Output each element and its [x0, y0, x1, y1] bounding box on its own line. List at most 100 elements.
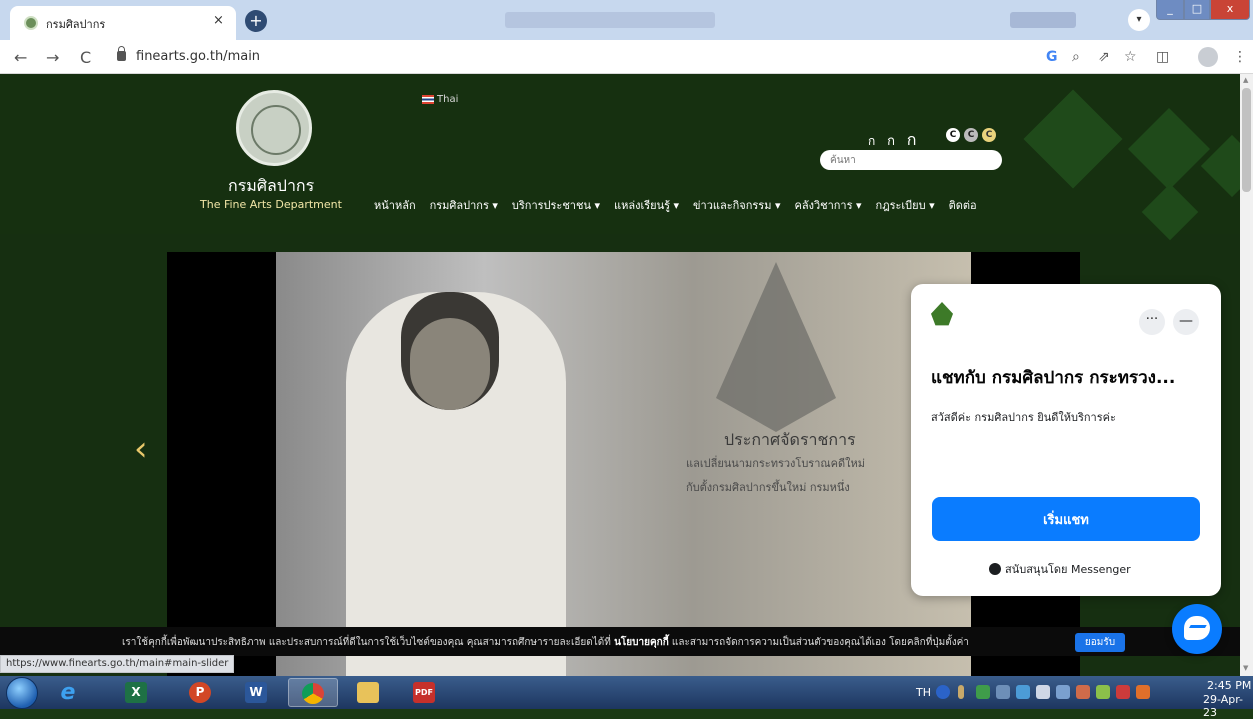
- bookmark-star-icon[interactable]: ☆: [1124, 49, 1137, 65]
- word-icon: W: [245, 682, 267, 703]
- forward-button[interactable]: →: [46, 48, 59, 67]
- tray-app-icon[interactable]: [1116, 685, 1130, 699]
- tray-app-icon[interactable]: [976, 685, 990, 699]
- tab-title: กรมศิลปากร: [46, 18, 106, 31]
- thai-flag-icon: [422, 94, 434, 104]
- window-maximize-button[interactable]: □: [1184, 0, 1210, 20]
- side-panel-icon[interactable]: ◫: [1156, 49, 1169, 65]
- page-scrollbar[interactable]: ▲ ▼: [1240, 74, 1253, 676]
- font-size-medium[interactable]: ก: [887, 134, 899, 149]
- site-search-input[interactable]: [820, 150, 1002, 170]
- contrast-normal-button[interactable]: C: [946, 128, 960, 142]
- language-label: Thai: [437, 94, 459, 105]
- share-icon[interactable]: ⇗: [1098, 49, 1110, 65]
- scroll-up-arrow-icon[interactable]: ▲: [1243, 76, 1248, 84]
- taskbar-word[interactable]: W: [232, 678, 282, 707]
- nav-regulations[interactable]: กฎระเบียบ ▾: [876, 196, 935, 216]
- chat-greeting: สวัสดีค่ะ กรมศิลปากร ยินดีให้บริการค่ะ: [931, 411, 1116, 424]
- language-selector[interactable]: Thai: [422, 94, 458, 105]
- tray-ime-icon[interactable]: [958, 685, 964, 699]
- tray-app-icon[interactable]: [1036, 685, 1050, 699]
- blurred-window-title: [505, 12, 715, 28]
- powerpoint-icon: P: [189, 682, 211, 703]
- portrait-face: [410, 318, 490, 410]
- back-button[interactable]: ←: [14, 48, 27, 67]
- start-chat-button[interactable]: เริ่มแชท: [932, 497, 1200, 541]
- nav-learning-sources[interactable]: แหล่งเรียนรู้ ▾: [614, 196, 679, 216]
- clock-date[interactable]: 29-Apr-23: [1203, 693, 1253, 719]
- chat-minimize-button[interactable]: —: [1173, 309, 1199, 335]
- new-tab-button[interactable]: +: [245, 10, 267, 32]
- tray-app-icon[interactable]: [1016, 685, 1030, 699]
- powered-by-label: สนับสนุนโดย Messenger: [1005, 563, 1131, 576]
- windows-taskbar: e X P W PDF TH 2:45 PM 29-Apr-23: [0, 676, 1253, 719]
- royal-crest-image: [716, 262, 836, 432]
- browser-tab[interactable]: กรมศิลปากร ×: [10, 6, 236, 40]
- messenger-launcher-button[interactable]: [1172, 604, 1222, 654]
- zoom-icon[interactable]: ⌕: [1072, 49, 1080, 65]
- slider-prev-arrow-icon[interactable]: ‹: [134, 429, 148, 469]
- tray-app-icon[interactable]: [996, 685, 1010, 699]
- chat-title: แชทกับ กรมศิลปากร กระทรวง...: [931, 368, 1176, 388]
- nav-department[interactable]: กรมศิลปากร ▾: [430, 196, 498, 216]
- browser-tab-strip: กรมศิลปากร × + ▾ _ □ x: [0, 0, 1253, 40]
- org-name-english: The Fine Arts Department: [200, 198, 342, 211]
- volume-icon[interactable]: [1076, 685, 1090, 699]
- action-center-flag-icon[interactable]: [1136, 685, 1150, 699]
- tab-search-chevron-icon[interactable]: ▾: [1128, 9, 1150, 31]
- status-bar-url: https://www.finearts.go.th/main#main-sli…: [0, 655, 235, 673]
- lock-icon[interactable]: [117, 46, 126, 61]
- pdf-icon: PDF: [413, 682, 435, 703]
- cookie-text: เราใช้คุกกี้เพื่อพัฒนาประสิทธิภาพ และประ…: [122, 635, 969, 650]
- window-close-button[interactable]: x: [1210, 0, 1250, 20]
- nav-home[interactable]: หน้าหลัก: [374, 196, 416, 216]
- google-icon[interactable]: G: [1046, 49, 1058, 65]
- taskbar-powerpoint[interactable]: P: [176, 678, 226, 707]
- scroll-down-arrow-icon[interactable]: ▼: [1243, 664, 1248, 672]
- excel-icon: X: [125, 682, 147, 703]
- network-icon[interactable]: [1096, 685, 1110, 699]
- taskbar-pdf[interactable]: PDF: [400, 678, 450, 707]
- cookie-policy-link[interactable]: นโยบายคุกกี้: [614, 637, 669, 648]
- page-logo-icon: [931, 302, 953, 326]
- messenger-icon: [989, 563, 1001, 575]
- contrast-yellow-button[interactable]: C: [982, 128, 996, 142]
- taskbar-explorer[interactable]: [344, 678, 394, 707]
- taskbar-excel[interactable]: X: [112, 678, 162, 707]
- taskbar-chrome[interactable]: [288, 678, 338, 707]
- nav-contact[interactable]: ติดต่อ: [949, 196, 977, 216]
- blurred-profile-label: [1010, 12, 1076, 28]
- nav-news-activities[interactable]: ข่าวและกิจกรรม ▾: [693, 196, 780, 216]
- url-field[interactable]: finearts.go.th/main: [136, 49, 260, 64]
- powered-by-messenger: สนับสนุนโดย Messenger: [989, 560, 1131, 578]
- decor-ornament: [1127, 107, 1211, 191]
- start-button[interactable]: [6, 677, 38, 709]
- nav-public-services[interactable]: บริการประชาชน ▾: [512, 196, 600, 216]
- profile-avatar-icon[interactable]: [1198, 47, 1218, 67]
- slide-image[interactable]: ประกาศจัดราชการ แลเปลี่ยนนามกระทรวงโบราณ…: [276, 252, 971, 676]
- document-line: แลเปลี่ยนนามกระทรวงโบราณคดีใหม่: [686, 457, 865, 470]
- tab-close-icon[interactable]: ×: [213, 13, 224, 28]
- font-size-large[interactable]: ก: [907, 130, 921, 149]
- window-minimize-button[interactable]: _: [1156, 0, 1184, 20]
- font-size-small[interactable]: ก: [868, 134, 879, 148]
- tray-app-icon[interactable]: [1056, 685, 1070, 699]
- decor-ornament: [1023, 89, 1123, 189]
- site-favicon-icon: [24, 16, 38, 30]
- chat-more-options-button[interactable]: ···: [1139, 309, 1165, 335]
- scroll-thumb[interactable]: [1242, 88, 1251, 192]
- site-header: กรมศิลปากร The Fine Arts Department Thai…: [0, 74, 1240, 241]
- nav-academic-archive[interactable]: คลังวิชาการ ▾: [794, 196, 861, 216]
- tray-language[interactable]: TH: [916, 686, 931, 699]
- internet-explorer-icon: e: [60, 680, 76, 705]
- browser-menu-icon[interactable]: ⋮: [1233, 49, 1247, 65]
- help-icon[interactable]: [936, 685, 950, 699]
- reload-button[interactable]: C: [80, 48, 91, 67]
- clock-time[interactable]: 2:45 PM: [1207, 679, 1251, 692]
- contrast-gray-button[interactable]: C: [964, 128, 978, 142]
- fine-arts-seal-logo[interactable]: [236, 90, 312, 166]
- cookie-accept-button[interactable]: ยอมรับ: [1075, 633, 1125, 652]
- taskbar-ie[interactable]: e: [44, 678, 94, 707]
- decor-ornament: [1200, 134, 1240, 198]
- decor-ornament: [1141, 183, 1199, 241]
